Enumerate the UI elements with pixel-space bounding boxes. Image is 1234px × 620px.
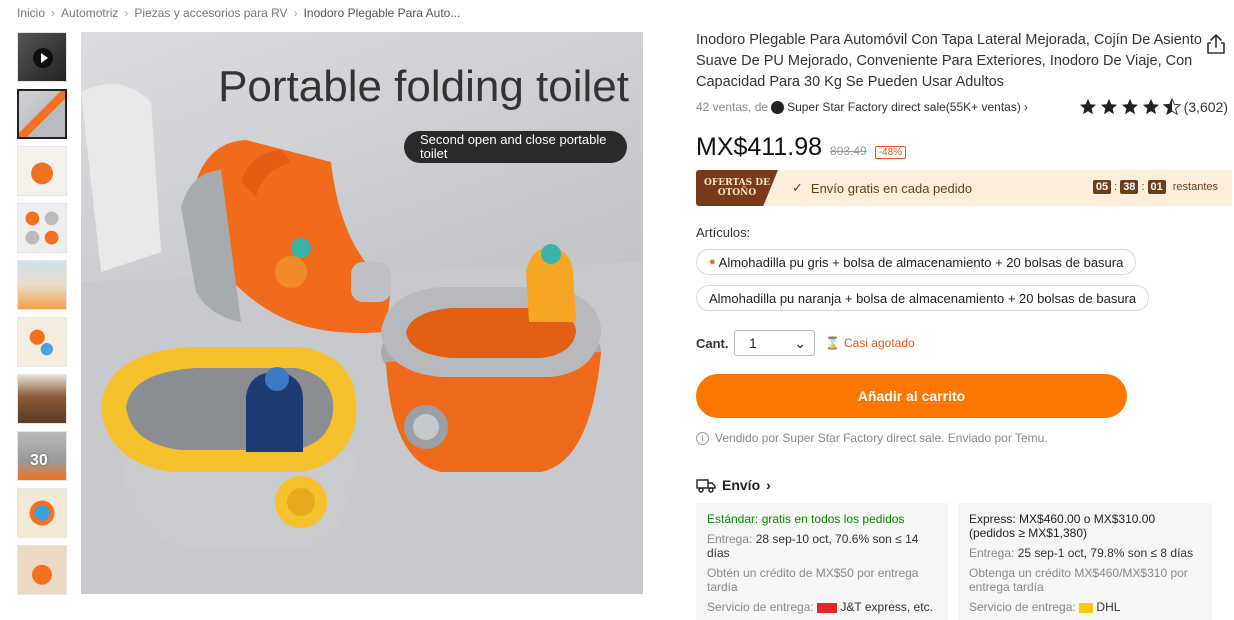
autumn-offers-badge: OFERTAS DE OTOÑO [696, 170, 778, 206]
breadcrumb-automotriz[interactable]: Automotriz [61, 6, 118, 20]
discount-badge: -48% [874, 146, 907, 159]
star-icon [1100, 98, 1117, 115]
express-shipping-head: Express: MX$460.00 o MX$310.00 (pedidos … [969, 512, 1156, 540]
star-icon [1121, 98, 1138, 115]
old-price: 803.49 [830, 144, 867, 158]
play-icon [33, 48, 53, 68]
articles-label: Artículos: [696, 225, 751, 240]
price-row: MX$411.98 803.49 -48% [696, 133, 907, 162]
standard-shipping-card: Estándar: gratis en todos los pedidos En… [696, 503, 948, 620]
express-credit: Obtenga un crédito MX$460/MX$310 por ent… [969, 566, 1188, 594]
timer-minutes: 38 [1120, 180, 1139, 194]
thumbnail-3[interactable] [17, 203, 67, 253]
quantity-label: Cant. [696, 336, 729, 351]
timer-seconds: 01 [1147, 180, 1166, 194]
chevron-down-icon: ⌄ [794, 334, 806, 351]
truck-icon [696, 479, 716, 493]
thumbnail-5[interactable] [17, 317, 67, 367]
shipping-title: Envío [722, 477, 761, 493]
price: MX$411.98 [696, 133, 823, 161]
service-value: DHL [1096, 600, 1121, 614]
product-title: Inodoro Plegable Para Automóvil Con Tapa… [696, 32, 1202, 90]
option-orange-pad[interactable]: Almohadilla pu naranja + bolsa de almace… [696, 285, 1150, 311]
dhl-logo-icon [1079, 602, 1094, 613]
star-icon [1079, 98, 1096, 115]
low-stock-note: ⌛ Casi agotado [825, 336, 915, 350]
seller-note-text: Vendido por Super Star Factory direct sa… [715, 431, 1048, 445]
express-shipping-card: Express: MX$460.00 o MX$310.00 (pedidos … [958, 503, 1212, 620]
countdown-timer: 05: 38: 01 restantes [1092, 180, 1218, 194]
service-label: Servicio de entrega: [707, 600, 814, 614]
chevron-right-icon[interactable]: › [1024, 100, 1028, 114]
thumbnail-2[interactable] [17, 146, 67, 196]
breadcrumb-home[interactable]: Inicio [17, 6, 45, 20]
product-illustration [81, 84, 643, 594]
add-to-cart-button[interactable]: Añadir al carrito [696, 374, 1127, 418]
breadcrumb-rv-parts[interactable]: Piezas y accesorios para RV [134, 6, 287, 20]
star-icon [1142, 98, 1159, 115]
sales-count: 42 ventas, de [696, 100, 769, 114]
thumbnail-7[interactable]: 30 [17, 431, 67, 481]
thumbnail-8[interactable] [17, 488, 67, 538]
thumbnail-6[interactable] [17, 374, 67, 424]
seller-note: i Vendido por Super Star Factory direct … [696, 431, 1048, 445]
shipping-header[interactable]: Envío › [696, 477, 771, 493]
low-stock-text: Casi agotado [843, 336, 915, 350]
express-service: Servicio de entrega: DHL [969, 600, 1201, 614]
option-label: Almohadilla pu gris + bolsa de almacenam… [718, 254, 1124, 270]
half-star-icon [1162, 98, 1181, 116]
free-shipping-text: Envío gratis en cada pedido [810, 180, 973, 196]
express-delivery: Entrega: 25 sep-1 oct, 79.8% son ≤ 8 día… [969, 546, 1201, 560]
jt-logo-icon [817, 602, 838, 613]
quantity-select[interactable]: 1 ⌄ [734, 330, 815, 356]
hourglass-icon: ⌛ [825, 336, 840, 350]
rating-count: (3,602) [1183, 99, 1228, 115]
timer-suffix: restantes [1172, 181, 1218, 193]
standard-service: Servicio de entrega: J&T express, etc. [707, 600, 937, 614]
promo-banner: OFERTAS DE OTOÑO ✓ Envío gratis en cada … [696, 170, 1232, 206]
main-product-image[interactable]: Portable folding toilet Second open and … [81, 32, 643, 594]
standard-delivery: Entrega: 28 sep-10 oct, 70.6% son ≤ 14 d… [707, 532, 937, 560]
option-label: Almohadilla pu naranja + bolsa de almace… [709, 290, 1137, 306]
thumbnail-capacity-label: 30 [30, 452, 48, 469]
flame-icon: ● [709, 256, 716, 268]
delivery-label: Entrega: [969, 546, 1015, 560]
chevron-right-icon: › [51, 6, 56, 20]
image-caption-pill: Second open and close portable toilet [404, 131, 627, 163]
share-icon[interactable] [1206, 33, 1226, 55]
option-gray-pad[interactable]: ● Almohadilla pu gris + bolsa de almacen… [696, 249, 1137, 275]
thumbnail-4[interactable] [17, 260, 67, 310]
standard-credit: Obtén un crédito de MX$50 por entrega ta… [707, 566, 919, 594]
check-icon: ✓ [792, 180, 803, 195]
info-icon: i [696, 431, 709, 445]
service-value: J&T express, etc. [840, 600, 933, 614]
store-logo-icon [771, 100, 785, 114]
thumbnail-9[interactable] [17, 545, 67, 595]
standard-shipping-head: Estándar: gratis en todos los pedidos [707, 512, 905, 526]
chevron-right-icon: › [124, 6, 129, 20]
seller-info: 42 ventas, de Super Star Factory direct … [696, 100, 1028, 114]
rating[interactable]: (3,602) [1079, 98, 1228, 116]
thumbnail-strip: 30 [17, 32, 69, 602]
breadcrumb: Inicio › Automotriz › Piezas y accesorio… [17, 6, 460, 20]
chevron-right-icon: › [293, 6, 298, 20]
delivery-label: Entrega: [707, 532, 753, 546]
service-label: Servicio de entrega: [969, 600, 1076, 614]
store-link[interactable]: Super Star Factory direct sale(55K+ vent… [787, 100, 1021, 114]
timer-hours: 05 [1092, 180, 1112, 194]
delivery-value: 25 sep-1 oct, 79.8% son ≤ 8 días [1017, 546, 1194, 560]
image-headline: Portable folding toilet [218, 62, 629, 111]
free-shipping-note: ✓ Envío gratis en cada pedido [792, 180, 972, 196]
breadcrumb-current: Inodoro Plegable Para Auto... [303, 6, 461, 20]
thumbnail-1[interactable] [17, 89, 67, 139]
quantity-value: 1 [749, 335, 757, 351]
thumbnail-video[interactable] [17, 32, 67, 82]
chevron-right-icon: › [766, 477, 771, 493]
